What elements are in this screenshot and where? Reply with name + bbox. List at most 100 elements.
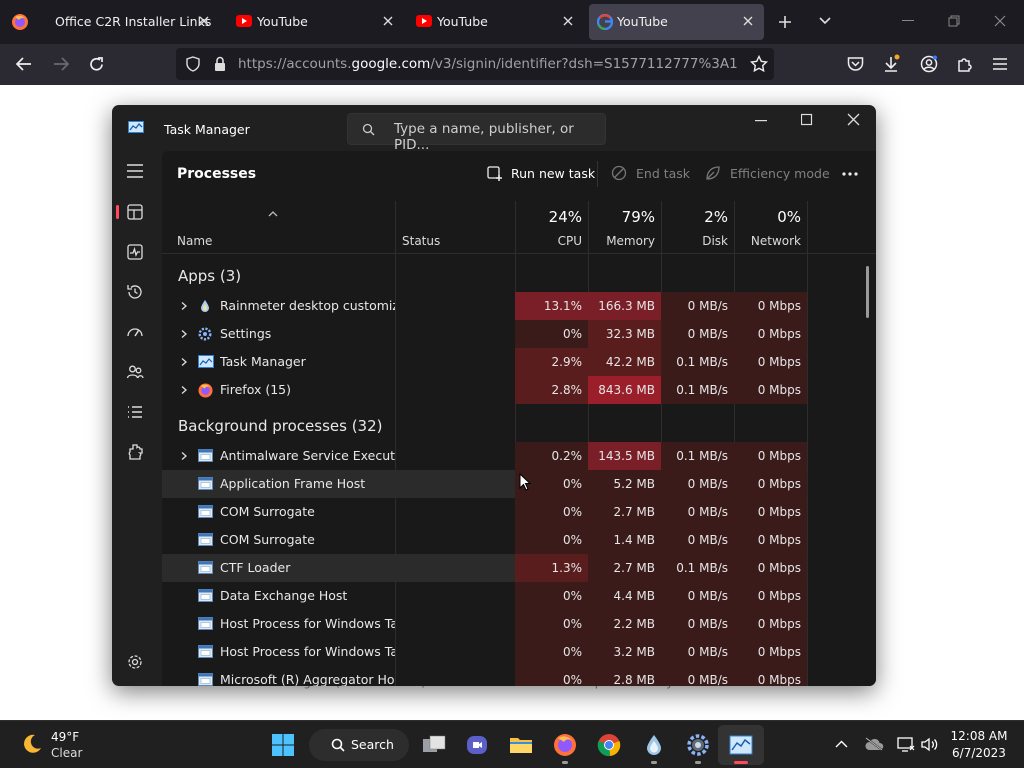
close-icon[interactable] — [380, 13, 396, 29]
nav-app-history-icon[interactable] — [126, 283, 146, 303]
browser-tab-youtube-2[interactable]: YouTube — [408, 4, 584, 40]
browser-tab-youtube-1[interactable]: YouTube — [228, 4, 404, 40]
teams-chat-icon[interactable] — [465, 733, 489, 757]
cpu-cell: 0.2% — [515, 442, 588, 470]
restore-icon[interactable] — [948, 15, 960, 27]
sort-ascending-icon[interactable] — [268, 211, 278, 217]
process-name: Data Exchange Host — [220, 588, 348, 603]
column-cpu-header[interactable]: CPU — [515, 234, 582, 248]
nav-startup-apps-icon[interactable] — [126, 323, 146, 343]
onedrive-offline-icon[interactable] — [864, 737, 884, 751]
close-window-icon[interactable] — [994, 15, 1006, 27]
efficiency-mode-button[interactable]: Efficiency mode — [730, 166, 830, 181]
hamburger-menu-icon[interactable] — [992, 58, 1008, 70]
nav-settings-gear-icon[interactable] — [126, 653, 146, 673]
file-explorer-icon[interactable] — [509, 733, 533, 757]
process-row[interactable]: CTF Loader 1.3% 2.7 MB 0.1 MB/s 0 Mbps — [162, 554, 808, 582]
taskmanager-icon — [198, 355, 214, 369]
clock-time[interactable]: 12:08 AM — [948, 729, 1010, 743]
nav-services-icon[interactable] — [126, 443, 146, 463]
show-hidden-icons-chevron[interactable] — [835, 740, 848, 748]
rainmeter-taskbar-icon[interactable] — [642, 733, 666, 757]
network-monitor-icon[interactable] — [897, 737, 915, 752]
processes-panel: Processes Run new task End task Efficien… — [162, 151, 876, 686]
more-options-icon[interactable] — [842, 172, 858, 176]
expand-chevron-icon[interactable] — [179, 451, 189, 461]
chrome-taskbar-icon[interactable] — [597, 733, 621, 757]
firefox-running-indicator — [562, 761, 568, 764]
process-row[interactable]: Task Manager 2.9% 42.2 MB 0.1 MB/s 0 Mbps — [162, 348, 808, 376]
tm-maximize-icon[interactable] — [801, 113, 817, 127]
tab-list-chevron-icon[interactable] — [818, 16, 832, 26]
column-network-header[interactable]: Network — [734, 234, 801, 248]
taskmanager-taskbar-icon[interactable] — [729, 733, 753, 757]
weather-condition[interactable]: Clear — [51, 746, 82, 760]
windows-start-icon[interactable] — [271, 733, 295, 757]
nav-performance-icon[interactable] — [126, 243, 146, 263]
back-arrow-icon[interactable] — [15, 56, 33, 72]
column-disk-header[interactable]: Disk — [661, 234, 728, 248]
process-row[interactable]: Data Exchange Host 0% 4.4 MB 0 MB/s 0 Mbps — [162, 582, 808, 610]
lock-icon[interactable] — [214, 56, 226, 72]
process-row[interactable]: Host Process for Windows Tasks0%2.2 MB0 … — [162, 610, 808, 638]
account-icon[interactable] — [920, 55, 938, 73]
process-row[interactable]: Settings 0% 32.3 MB 0 MB/s 0 Mbps — [162, 320, 808, 348]
extensions-puzzle-icon[interactable] — [956, 56, 973, 73]
column-status-header[interactable]: Status — [402, 234, 440, 248]
process-name: Host Process for Windows Tasks — [220, 644, 395, 659]
expand-chevron-icon[interactable] — [179, 301, 189, 311]
nav-processes-icon[interactable] — [126, 203, 146, 223]
rainmeter-running-indicator — [651, 761, 657, 764]
close-icon[interactable] — [196, 13, 212, 29]
reload-icon[interactable] — [88, 56, 105, 73]
column-name-header[interactable]: Name — [177, 234, 212, 248]
process-row[interactable]: Firefox (15) 2.8% 843.6 MB 0.1 MB/s 0 Mbps — [162, 376, 808, 404]
settings-taskbar-icon[interactable] — [686, 733, 710, 757]
nav-menu-icon[interactable] — [126, 164, 146, 184]
minimize-icon[interactable] — [902, 20, 914, 22]
expand-chevron-icon[interactable] — [179, 385, 189, 395]
memory-cell: 2.7 MB — [588, 554, 661, 582]
browser-tab-youtube-active[interactable]: YouTube — [589, 4, 764, 40]
close-icon[interactable] — [740, 13, 756, 29]
expand-chevron-icon[interactable] — [179, 329, 189, 339]
process-row[interactable]: COM Surrogate 0% 2.7 MB 0 MB/s 0 Mbps — [162, 498, 808, 526]
process-row[interactable]: Rainmeter desktop customizat... 13.1%166.… — [162, 292, 808, 320]
browser-tab-office[interactable]: Office C2R Installer Links — [44, 4, 220, 40]
close-icon[interactable] — [560, 13, 576, 29]
process-row[interactable]: COM Surrogate 0% 1.4 MB 0 MB/s 0 Mbps — [162, 526, 808, 554]
bookmark-star-icon[interactable] — [750, 55, 768, 73]
process-row[interactable]: Host Process for Windows Tasks0%3.2 MB0 … — [162, 638, 808, 666]
network-cell: 0 Mbps — [734, 320, 807, 348]
disk-cell: 0 MB/s — [661, 470, 734, 498]
process-row[interactable]: Application Frame Host 0% 5.2 MB 0 MB/s 0 Mb… — [162, 470, 808, 498]
column-memory-header[interactable]: Memory — [588, 234, 655, 248]
clock-date[interactable]: 6/7/2023 — [948, 746, 1010, 760]
run-new-task-button[interactable]: Run new task — [511, 166, 595, 181]
task-view-icon[interactable] — [422, 733, 446, 757]
shield-icon[interactable] — [186, 56, 200, 72]
weather-temp[interactable]: 49°F — [51, 730, 79, 744]
nav-users-icon[interactable] — [126, 363, 146, 383]
volume-icon[interactable] — [920, 737, 938, 752]
forward-arrow-icon[interactable] — [52, 56, 70, 72]
downloads-icon[interactable] — [883, 54, 901, 74]
firefox-taskbar-icon[interactable] — [553, 733, 577, 757]
process-row[interactable]: Microsoft (R) Aggregator Host 0% 2.8 MB 0 M… — [162, 666, 808, 686]
pocket-icon[interactable] — [847, 56, 864, 72]
process-row[interactable]: Antimalware Service Executable 0.2%143.5 … — [162, 442, 808, 470]
memory-total: 79% — [621, 208, 655, 226]
expand-chevron-icon[interactable] — [179, 357, 189, 367]
tm-close-icon[interactable] — [847, 113, 863, 127]
firefox-icon[interactable] — [11, 13, 29, 31]
weather-moon-icon[interactable] — [20, 732, 44, 756]
service-icon — [198, 645, 213, 659]
end-task-button[interactable]: End task — [636, 166, 690, 181]
tm-minimize-icon[interactable] — [755, 113, 771, 127]
new-tab-plus-icon[interactable] — [777, 14, 793, 30]
process-search-input[interactable]: Type a name, publisher, or PID... — [347, 113, 606, 153]
scrollbar-thumb[interactable] — [866, 266, 869, 318]
taskbar-search-button[interactable]: Search — [309, 729, 409, 761]
nav-details-icon[interactable] — [126, 403, 146, 423]
address-bar[interactable]: https://accounts.google.com/v3/signin/id… — [176, 48, 774, 80]
